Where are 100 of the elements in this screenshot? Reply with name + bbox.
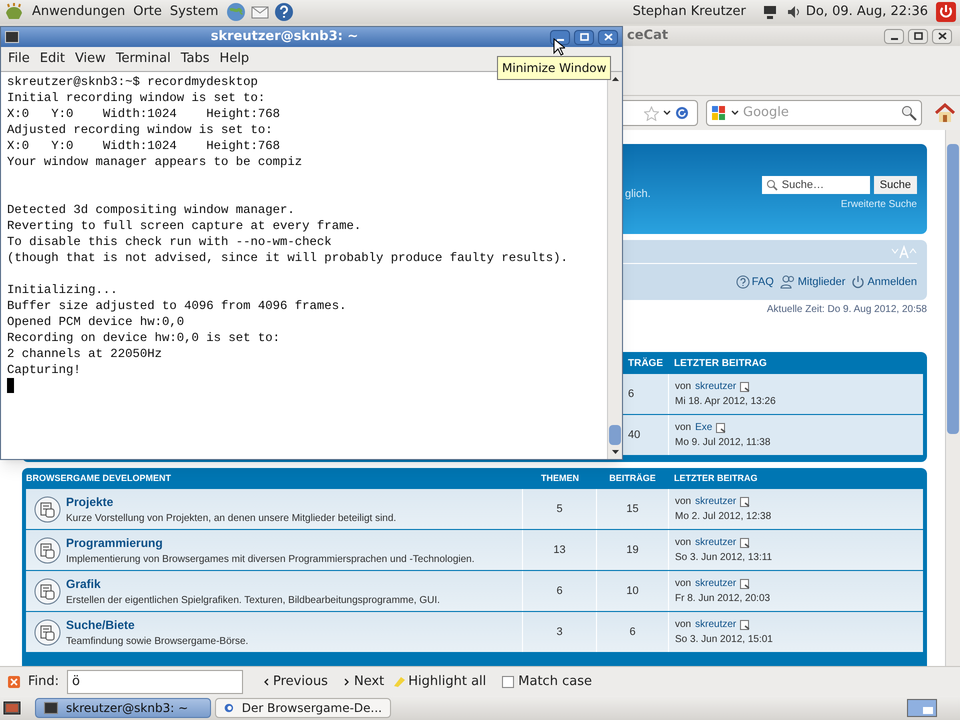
menu-item[interactable]: File (5, 49, 33, 69)
scroll-up-icon[interactable] (612, 77, 618, 81)
search-field[interactable]: Google (706, 100, 922, 126)
help-icon (736, 275, 750, 289)
scroll-thumb[interactable] (609, 425, 621, 445)
dropdown-icon[interactable] (731, 110, 739, 116)
search-icon[interactable] (901, 105, 917, 121)
match-case-checkbox[interactable] (502, 676, 514, 688)
by-label: von (675, 618, 692, 632)
next-button[interactable]: Next (344, 672, 384, 692)
text-cursor (7, 378, 14, 393)
site-search-field[interactable]: Suche… (762, 176, 870, 194)
post-date: Mi 18. Apr 2012, 13:26 (675, 395, 777, 409)
post-count: 10 (626, 584, 639, 599)
user-link[interactable]: skreutzer (695, 494, 736, 509)
dropdown-icon[interactable] (663, 110, 671, 116)
google-icon[interactable] (711, 105, 727, 121)
maximize-button[interactable] (908, 28, 928, 44)
post-icon[interactable] (740, 578, 750, 588)
clock[interactable]: Do, 09. Aug, 22:36 (806, 2, 928, 22)
menu-item[interactable]: Edit (36, 49, 68, 69)
power-icon[interactable] (936, 2, 956, 22)
find-field[interactable]: ö (67, 670, 244, 694)
power-icon (851, 275, 866, 289)
nav-link[interactable]: Anmelden (867, 274, 917, 290)
forum-description: Erstellen der eigentlichen Spielgrafiken. Texturen, Bildbearbeitungsprogramme, GUI. (66, 594, 440, 608)
scrollbar[interactable] (945, 130, 960, 666)
home-icon[interactable] (934, 102, 956, 124)
output-line: Buffer size adjusted to 4096 from 4096 frames. (7, 298, 346, 314)
panel-menu[interactable]: Orte (133, 2, 162, 22)
by-label: von (675, 495, 692, 509)
post-count: 6 (628, 386, 634, 402)
find-label: Find: (28, 672, 60, 691)
post-icon[interactable] (740, 538, 750, 548)
post-icon[interactable] (740, 620, 750, 630)
nav-link[interactable]: FAQ (752, 274, 774, 290)
search-input[interactable]: Google (743, 103, 897, 123)
user-link[interactable]: skreutzer (695, 617, 736, 632)
close-button[interactable] (598, 30, 618, 44)
maximize-button[interactable] (574, 30, 594, 44)
output-line: Recording on device hw:0,0 is set to: (7, 330, 280, 346)
close-icon[interactable] (8, 676, 20, 688)
output-line: Detected 3d compositing window manager. (7, 202, 295, 218)
forum-title[interactable]: Suche/Biete (66, 616, 248, 634)
menu-item[interactable]: Help (216, 49, 252, 69)
site-search-input[interactable]: Suche… (782, 176, 866, 194)
post-icon[interactable] (740, 382, 750, 392)
user-link[interactable]: skreutzer (695, 576, 736, 591)
minimize-button[interactable] (550, 30, 570, 44)
output-line: Reverting to full screen capture at every frame. (7, 218, 362, 234)
help-icon[interactable] (274, 2, 294, 22)
output-line: Your window manager appears to be compiz (7, 154, 302, 170)
match-case-label[interactable]: Match case (518, 672, 592, 692)
terminal-icon[interactable] (5, 31, 19, 43)
forum-title[interactable]: Projekte (66, 492, 396, 510)
by-label: von (675, 536, 692, 550)
reload-icon[interactable] (675, 106, 689, 120)
show-desktop-icon[interactable] (3, 700, 21, 716)
highlight-button[interactable]: Highlight all (392, 672, 486, 692)
forum-title[interactable]: Grafik (66, 574, 440, 592)
user-link[interactable]: skreutzer (695, 535, 736, 550)
close-button[interactable] (932, 28, 952, 44)
post-date: So 3. Jun 2012, 13:11 (675, 551, 774, 565)
menu-item[interactable]: Tabs (178, 49, 213, 69)
user-link[interactable]: skreutzer (695, 379, 736, 394)
forum-title[interactable]: Programmierung (66, 534, 475, 552)
panel-menu[interactable]: System (170, 2, 218, 22)
volume-icon[interactable] (786, 4, 802, 20)
user-name[interactable]: Stephan Kreutzer (632, 2, 746, 22)
taskbar-button[interactable]: Der Browsergame-De... (215, 698, 391, 718)
star-icon[interactable] (644, 106, 659, 120)
user-link[interactable]: Exe (695, 420, 712, 435)
network-icon[interactable] (762, 4, 778, 20)
taskbar-button[interactable]: skreutzer@sknb3: ~ (35, 698, 211, 718)
window-title: skreutzer@sknb3: ~ (210, 28, 360, 46)
scrollbar[interactable] (607, 72, 622, 459)
workspace-switcher-icon[interactable] (907, 699, 937, 717)
search-button[interactable]: Suche (874, 176, 917, 194)
nav-link[interactable]: Mitglieder (798, 274, 846, 290)
foot-icon[interactable] (4, 3, 24, 21)
column-header: BEITRÄGE (608, 472, 657, 485)
output-line: Initializing... (7, 282, 118, 298)
minimize-button[interactable] (884, 28, 904, 44)
post-icon[interactable] (740, 496, 750, 506)
post-icon[interactable] (716, 422, 726, 432)
globe-icon (224, 701, 234, 715)
previous-button[interactable]: Previous (263, 672, 328, 692)
panel-menu[interactable]: Anwendungen (32, 2, 126, 22)
scroll-down-icon[interactable] (612, 450, 618, 454)
post-count: 40 (628, 428, 640, 443)
scroll-thumb[interactable] (947, 144, 959, 434)
output-line: Opened PCM device hw:0,0 (7, 314, 184, 330)
terminal-icon (44, 702, 58, 714)
column-header: BROWSERGAME DEVELOPMENT (26, 472, 172, 485)
globe-icon[interactable] (226, 2, 246, 22)
menu-item[interactable]: Terminal (112, 49, 174, 69)
pointer-icon (553, 38, 565, 56)
close-icon (604, 33, 612, 41)
menu-item[interactable]: View (72, 49, 109, 69)
topic-count: 5 (556, 502, 563, 517)
